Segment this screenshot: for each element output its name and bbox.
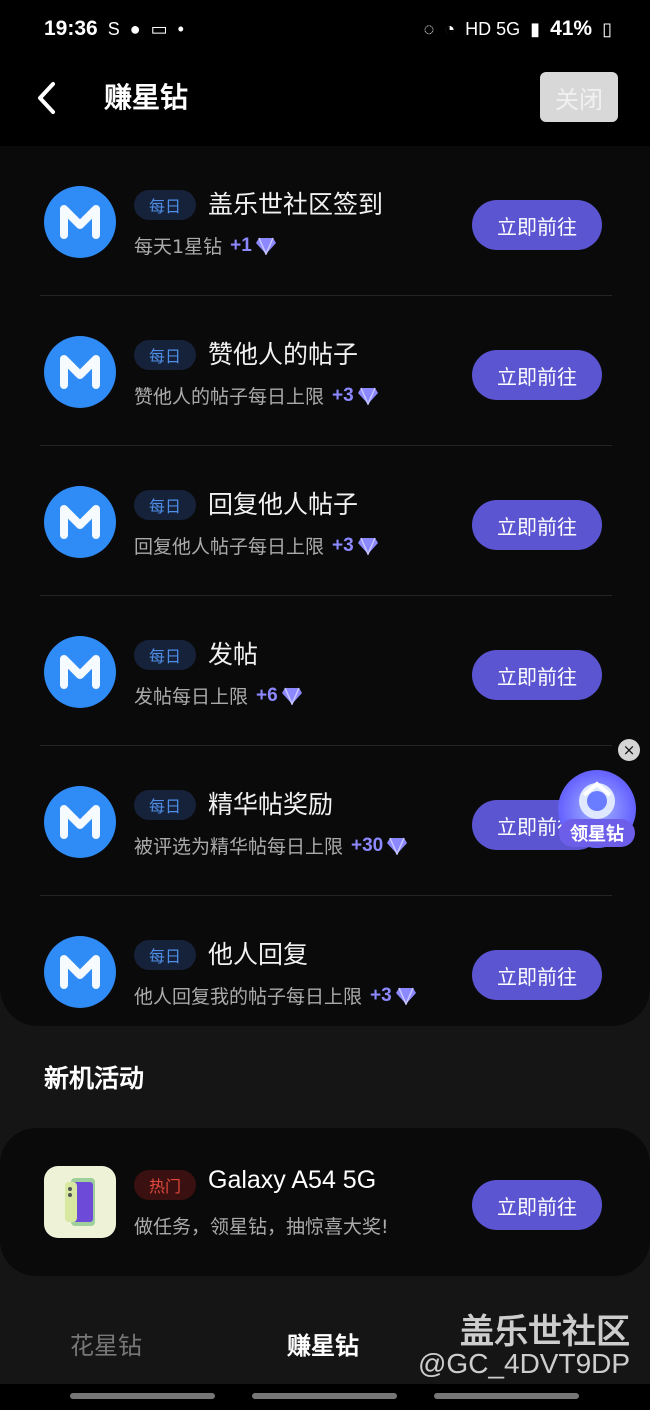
new-activity-section-title: 新机活动 bbox=[44, 1064, 145, 1093]
task-limit-text: 每天1星钻 bbox=[134, 236, 223, 258]
go-now-button[interactable]: 立即前往 bbox=[472, 500, 602, 550]
task-reward: +30 bbox=[351, 834, 384, 856]
task-title: 赞他人的帖子 bbox=[208, 340, 359, 369]
floating-claim-label[interactable]: 领星钻 bbox=[559, 819, 635, 847]
diamond-icon bbox=[386, 837, 408, 855]
task-row: 每日 他人回复 他人回复我的帖子每日上限 +3 立即前往 bbox=[40, 896, 612, 1046]
go-now-button[interactable]: 立即前往 bbox=[472, 350, 602, 400]
tab-spend-stars[interactable]: 花星钻 bbox=[70, 1326, 142, 1361]
diamond-icon bbox=[281, 687, 303, 705]
hot-badge: 热门 bbox=[134, 1170, 196, 1200]
m-logo-icon bbox=[60, 655, 100, 689]
diamond-icon bbox=[255, 237, 277, 255]
go-now-button[interactable]: 立即前往 bbox=[472, 950, 602, 1000]
new-activity-title: Galaxy A54 5G bbox=[208, 1166, 377, 1194]
task-row: 每日 回复他人帖子 回复他人帖子每日上限 +3 立即前往 bbox=[40, 446, 612, 596]
diamond-icon bbox=[357, 387, 379, 405]
task-row: 每日 赞他人的帖子 赞他人的帖子每日上限 +3 立即前往 bbox=[40, 296, 612, 446]
task-limit-text: 赞他人的帖子每日上限 bbox=[134, 386, 325, 408]
battery-percent: 41% bbox=[550, 17, 593, 40]
task-row: 每日 盖乐世社区签到 每天1星钻 +1 立即前往 bbox=[40, 146, 612, 296]
diamond-icon bbox=[357, 537, 379, 555]
status-right: ◌ ◔ HD 5G ▮ 41% ▯ bbox=[424, 17, 612, 41]
screen-icon: ▭ bbox=[150, 18, 168, 39]
page-title: 赚星钻 bbox=[104, 81, 189, 114]
new-activity-card: 热门 Galaxy A54 5G 做任务，领星钻，抽惊喜大奖! 立即前往 bbox=[0, 1128, 650, 1276]
floating-close-button[interactable]: × bbox=[618, 739, 640, 761]
go-now-button[interactable]: 立即前往 bbox=[472, 200, 602, 250]
daily-badge: 每日 bbox=[134, 940, 196, 970]
chevron-left-icon bbox=[38, 82, 55, 114]
m-logo-icon bbox=[60, 355, 100, 389]
task-row: 每日 发帖 发帖每日上限 +6 立即前往 bbox=[40, 596, 612, 746]
daily-badge: 每日 bbox=[134, 490, 196, 520]
task-limit-text: 发帖每日上限 bbox=[134, 686, 249, 708]
go-now-button[interactable]: 立即前往 bbox=[472, 650, 602, 700]
task-reward: +3 bbox=[370, 984, 392, 1006]
m-logo-icon bbox=[60, 805, 100, 839]
signal-icon: ▮ bbox=[530, 18, 541, 39]
status-time: 19:36 bbox=[44, 17, 98, 40]
gesture-line-right bbox=[434, 1393, 579, 1399]
task-description: 被评选为精华帖每日上限 +30 bbox=[134, 832, 408, 859]
network-label: HD 5G bbox=[465, 18, 521, 39]
galaxy-phone-thumbnail bbox=[44, 1166, 116, 1238]
daily-badge: 每日 bbox=[134, 190, 196, 220]
watermark-user: @GC_4DVT9DP bbox=[418, 1348, 631, 1379]
m-logo-icon bbox=[60, 205, 100, 239]
members-app-icon bbox=[44, 936, 116, 1008]
status-left: 19:36 S ● ▭ • bbox=[44, 17, 184, 41]
m-logo-icon bbox=[60, 955, 100, 989]
daily-badge: 每日 bbox=[134, 790, 196, 820]
members-app-icon bbox=[44, 786, 116, 858]
daily-badge: 每日 bbox=[134, 640, 196, 670]
samsung-icon: S bbox=[107, 18, 120, 39]
wifi-icon: ◔ bbox=[444, 18, 456, 39]
status-bar: 19:36 S ● ▭ • ◌ ◔ HD 5G ▮ 41% ▯ bbox=[0, 0, 650, 58]
task-limit-text: 回复他人帖子每日上限 bbox=[134, 536, 325, 558]
daily-tasks-card: 每日 盖乐世社区签到 每天1星钻 +1 立即前往 每日 赞他人的帖子 赞他人的帖… bbox=[0, 146, 650, 1026]
task-title: 回复他人帖子 bbox=[208, 490, 359, 519]
battery-icon: ▯ bbox=[602, 18, 612, 39]
task-title: 盖乐世社区签到 bbox=[208, 190, 384, 219]
task-description: 每天1星钻 +1 bbox=[134, 232, 277, 259]
tab-earn-stars[interactable]: 赚星钻 bbox=[287, 1326, 359, 1361]
mute-icon: ◌ bbox=[423, 18, 435, 39]
task-description: 回复他人帖子每日上限 +3 bbox=[134, 532, 379, 559]
task-reward: +3 bbox=[332, 384, 354, 406]
go-now-button-new-activity[interactable]: 立即前往 bbox=[472, 1180, 602, 1230]
phone-icon bbox=[65, 1178, 95, 1226]
task-title: 他人回复 bbox=[208, 940, 309, 969]
task-reward: +3 bbox=[332, 534, 354, 556]
task-title: 发帖 bbox=[208, 640, 259, 669]
new-activity-description: 做任务，领星钻，抽惊喜大奖! bbox=[134, 1216, 389, 1238]
app-header: 赚星钻 关闭 bbox=[0, 58, 650, 146]
task-description: 赞他人的帖子每日上限 +3 bbox=[134, 382, 379, 409]
gesture-line-middle bbox=[252, 1393, 397, 1399]
gesture-line-left bbox=[70, 1393, 215, 1399]
members-app-icon bbox=[44, 636, 116, 708]
m-logo-icon bbox=[60, 505, 100, 539]
watermark-community: 盖乐世社区 bbox=[460, 1312, 630, 1352]
members-app-icon bbox=[44, 486, 116, 558]
navigation-gesture-bar bbox=[0, 1384, 650, 1410]
task-title: 精华帖奖励 bbox=[208, 790, 334, 819]
content-area: 每日 盖乐世社区签到 每天1星钻 +1 立即前往 每日 赞他人的帖子 赞他人的帖… bbox=[0, 146, 650, 1384]
daily-badge: 每日 bbox=[134, 340, 196, 370]
close-button[interactable]: 关闭 bbox=[540, 72, 618, 122]
task-description: 发帖每日上限 +6 bbox=[134, 682, 303, 709]
message-icon: ● bbox=[129, 18, 141, 39]
task-limit-text: 被评选为精华帖每日上限 bbox=[134, 836, 344, 858]
task-reward: +6 bbox=[256, 684, 278, 706]
back-button[interactable] bbox=[30, 76, 64, 120]
task-reward: +1 bbox=[230, 234, 252, 256]
dot-icon: • bbox=[177, 18, 184, 39]
task-row: 每日 精华帖奖励 被评选为精华帖每日上限 +30 立即前往 bbox=[40, 746, 612, 896]
task-limit-text: 他人回复我的帖子每日上限 bbox=[134, 986, 363, 1008]
diamond-icon bbox=[395, 987, 417, 1005]
members-app-icon bbox=[44, 336, 116, 408]
task-description: 他人回复我的帖子每日上限 +3 bbox=[134, 982, 417, 1009]
members-app-icon bbox=[44, 186, 116, 258]
